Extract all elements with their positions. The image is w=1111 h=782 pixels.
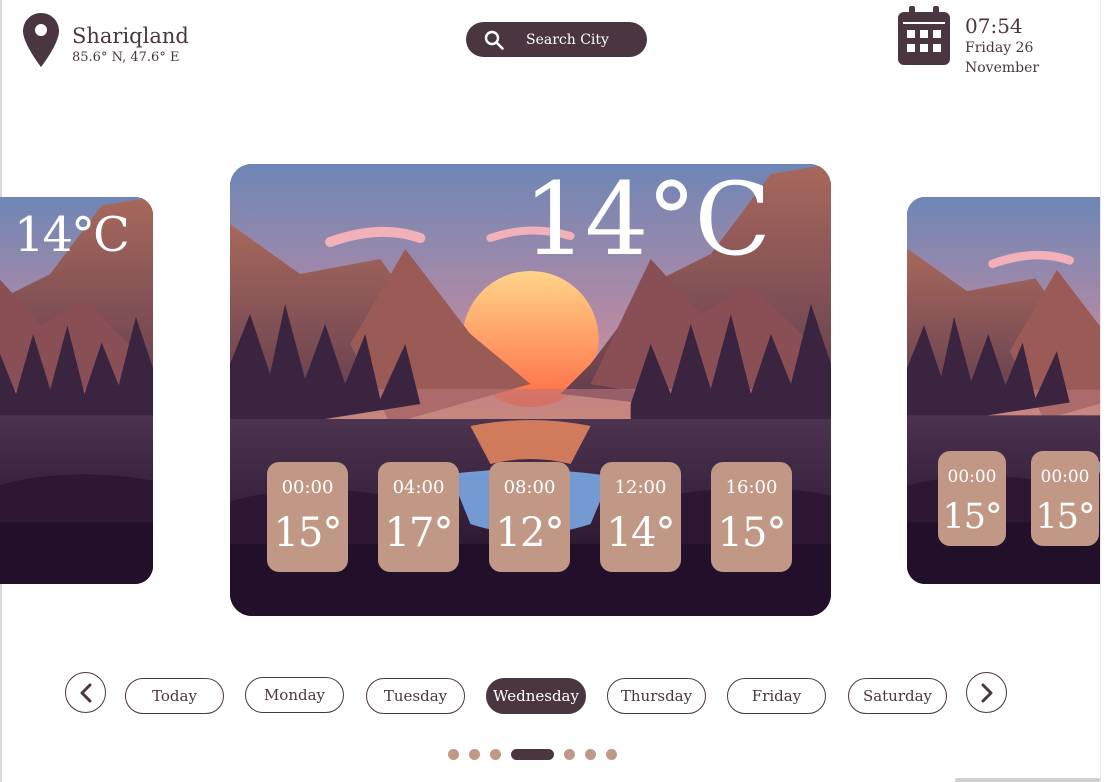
search-city-button[interactable]: Search City — [466, 22, 647, 57]
window-scrollbar[interactable] — [955, 778, 1100, 782]
day-tab-thursday[interactable]: Thursday — [607, 678, 706, 714]
hourly-forecast-item[interactable]: 00:00 15° — [267, 462, 348, 572]
day-tab-monday[interactable]: Monday — [245, 677, 344, 713]
hourly-temperature: 15° — [1035, 497, 1095, 537]
day-tab-today[interactable]: Today — [125, 678, 224, 714]
hourly-time: 08:00 — [503, 477, 556, 498]
city-coordinates: 85.6° N, 47.6° E — [72, 50, 180, 65]
hourly-time: 04:00 — [392, 477, 445, 498]
hourly-temperature: 12° — [495, 510, 565, 556]
day-tab-tuesday[interactable]: Tuesday — [366, 678, 465, 714]
pagination-dot-active[interactable] — [511, 749, 554, 760]
current-month: November — [965, 60, 1040, 76]
pagination-dot[interactable] — [469, 749, 480, 760]
pagination-dot[interactable] — [606, 749, 617, 760]
date-time-block: 07:54 Friday 26 November — [897, 6, 1039, 78]
temperature-current: 14°C — [523, 164, 771, 278]
hourly-forecast-item[interactable]: 16:00 15° — [711, 462, 792, 572]
carousel-pagination — [448, 749, 617, 760]
pagination-dot[interactable] — [448, 749, 459, 760]
search-icon — [484, 30, 504, 50]
hourly-temperature: 15° — [942, 497, 1002, 537]
hourly-forecast-item[interactable]: 00:00 15° — [1031, 451, 1099, 546]
pagination-dot[interactable] — [490, 749, 501, 760]
temperature-previous: 14°C — [14, 207, 130, 263]
weather-card-previous[interactable]: 14°C — [0, 197, 153, 584]
location-block: Shariqland 85.6° N, 47.6° E — [22, 12, 189, 68]
hourly-time: 12:00 — [614, 477, 667, 498]
hourly-temperature: 14° — [606, 510, 676, 556]
chevron-left-icon — [80, 683, 91, 702]
calendar-icon — [898, 6, 950, 65]
previous-day-button[interactable] — [65, 672, 106, 713]
day-tab-wednesday[interactable]: Wednesday — [486, 678, 586, 714]
weather-card-current[interactable]: 14°C 00:00 15° 04:00 17° 08:00 12° 12:00… — [230, 164, 831, 616]
hourly-forecast-item[interactable]: 08:00 12° — [489, 462, 570, 572]
pagination-dot[interactable] — [564, 749, 575, 760]
hourly-time: 00:00 — [1040, 467, 1090, 487]
hourly-time: 16:00 — [725, 477, 778, 498]
hourly-temperature: 17° — [384, 510, 454, 556]
pagination-dot[interactable] — [585, 749, 596, 760]
search-city-label: Search City — [526, 31, 609, 48]
day-tab-saturday[interactable]: Saturday — [848, 678, 947, 714]
map-pin-icon — [23, 13, 59, 67]
current-time: 07:54 — [965, 14, 1023, 38]
chevron-right-icon — [981, 683, 992, 702]
hourly-forecast-item[interactable]: 00:00 15° — [938, 451, 1006, 546]
weather-card-next[interactable]: 00:00 15° 00:00 15° — [907, 197, 1100, 584]
hourly-forecast-item[interactable]: 12:00 14° — [600, 462, 681, 572]
next-day-button[interactable] — [966, 672, 1007, 713]
hourly-forecast-list: 00:00 15° 00:00 15° — [938, 451, 1099, 546]
hourly-temperature: 15° — [273, 510, 343, 556]
window-right-border — [1100, 0, 1111, 782]
city-name: Shariqland — [72, 24, 189, 48]
hourly-forecast-item[interactable]: 04:00 17° — [378, 462, 459, 572]
hourly-temperature: 15° — [717, 510, 787, 556]
day-tab-friday[interactable]: Friday — [727, 678, 826, 714]
hourly-time: 00:00 — [281, 477, 334, 498]
current-day: Friday 26 — [965, 40, 1034, 56]
hourly-time: 00:00 — [947, 467, 997, 487]
hourly-forecast-list: 00:00 15° 04:00 17° 08:00 12° 12:00 14° … — [267, 462, 792, 572]
